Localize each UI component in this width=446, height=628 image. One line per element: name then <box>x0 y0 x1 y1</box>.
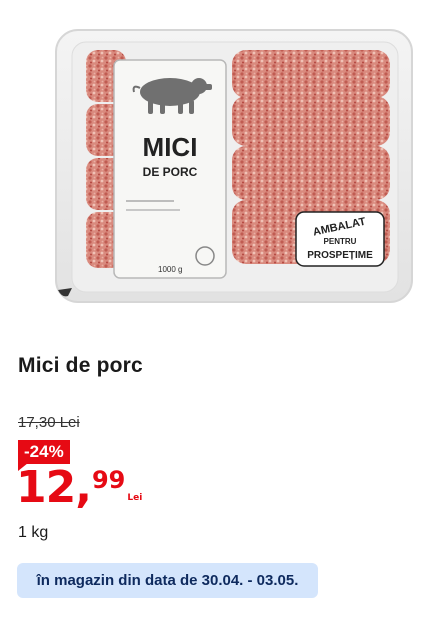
package-label-subtitle: DE PORC <box>143 165 198 179</box>
price-cents: 99 <box>91 466 126 494</box>
availability-text: în magazin din data de 30.04. - 03.05. <box>36 572 299 589</box>
product-image[interactable]: MICI DE PORC 1000 g AMBALAT PENTRU PROSP… <box>0 0 446 318</box>
availability-badge: în magazin din data de 30.04. - 03.05. <box>17 563 318 598</box>
price-main: 12, <box>16 462 92 513</box>
meat-package-illustration: MICI DE PORC 1000 g AMBALAT PENTRU PROSP… <box>55 29 413 303</box>
badge-line-2: PENTRU <box>324 237 357 246</box>
discount-badge: -24% <box>18 440 70 464</box>
product-title[interactable]: Mici de porc <box>18 354 143 378</box>
price-currency: Lei <box>127 493 143 503</box>
badge-line-3: PROSPEȚIME <box>307 250 373 261</box>
unit-size: 1 kg <box>18 524 49 541</box>
current-price: 12,99Lei <box>16 466 142 510</box>
package-label-title: MICI <box>143 132 198 162</box>
freshness-badge: AMBALAT PENTRU PROSPEȚIME <box>295 211 385 267</box>
package-weight: 1000 g <box>158 265 182 274</box>
old-price: 17,30 Lei <box>18 414 80 431</box>
